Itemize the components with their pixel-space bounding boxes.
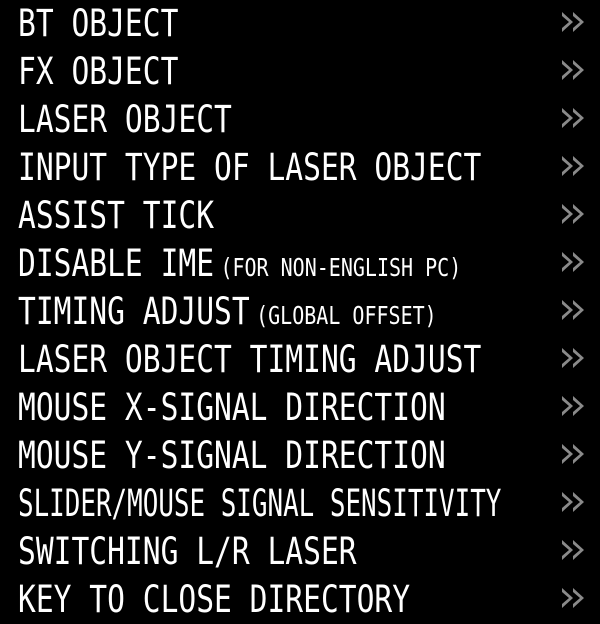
double-chevron-right-icon xyxy=(560,247,590,277)
menu-item-note: (GLOBAL OFFSET) xyxy=(256,301,437,330)
menu-item-label: BT OBJECT xyxy=(18,2,179,45)
menu-item-fx-object[interactable]: FX OBJECT xyxy=(0,48,600,96)
menu-item-slider-mouse-signal-sensitivity[interactable]: SLIDER/MOUSE SIGNAL SENSITIVITY xyxy=(0,480,600,528)
menu-item-label: LASER OBJECT TIMING ADJUST xyxy=(18,338,482,381)
double-chevron-right-icon xyxy=(560,343,590,373)
double-chevron-right-icon xyxy=(560,439,590,469)
menu-item-timing-adjust[interactable]: TIMING ADJUST (GLOBAL OFFSET) xyxy=(0,288,600,336)
menu-item-laser-object[interactable]: LASER OBJECT xyxy=(0,96,600,144)
menu-item-label: MOUSE X-SIGNAL DIRECTION xyxy=(18,386,446,429)
double-chevron-right-icon xyxy=(560,295,590,325)
double-chevron-right-icon xyxy=(560,55,590,85)
menu-item-bt-object[interactable]: BT OBJECT xyxy=(0,0,600,48)
menu-item-disable-ime[interactable]: DISABLE IME (FOR NON-ENGLISH PC) xyxy=(0,240,600,288)
menu-item-label: FX OBJECT xyxy=(18,50,179,93)
settings-menu: BT OBJECT FX OBJECT LASER OBJECT INPUT T… xyxy=(0,0,600,624)
menu-item-switching-lr-laser[interactable]: SWITCHING L/R LASER xyxy=(0,528,600,576)
menu-item-input-type-of-laser-object[interactable]: INPUT TYPE OF LASER OBJECT xyxy=(0,144,600,192)
menu-item-assist-tick[interactable]: ASSIST TICK xyxy=(0,192,600,240)
menu-item-key-to-close-directory[interactable]: KEY TO CLOSE DIRECTORY xyxy=(0,576,600,624)
double-chevron-right-icon xyxy=(560,535,590,565)
double-chevron-right-icon xyxy=(560,151,590,181)
menu-item-label: LASER OBJECT xyxy=(18,98,232,141)
menu-item-label: TIMING ADJUST (GLOBAL OFFSET) xyxy=(18,290,437,333)
double-chevron-right-icon xyxy=(560,583,590,613)
double-chevron-right-icon xyxy=(560,199,590,229)
menu-item-label: DISABLE IME (FOR NON-ENGLISH PC) xyxy=(18,242,462,285)
menu-item-label: MOUSE Y-SIGNAL DIRECTION xyxy=(18,434,446,477)
double-chevron-right-icon xyxy=(560,391,590,421)
double-chevron-right-icon xyxy=(560,7,590,37)
double-chevron-right-icon xyxy=(560,103,590,133)
menu-item-mouse-y-signal-direction[interactable]: MOUSE Y-SIGNAL DIRECTION xyxy=(0,432,600,480)
menu-item-label: SLIDER/MOUSE SIGNAL SENSITIVITY xyxy=(18,482,502,525)
menu-item-mouse-x-signal-direction[interactable]: MOUSE X-SIGNAL DIRECTION xyxy=(0,384,600,432)
menu-item-label: KEY TO CLOSE DIRECTORY xyxy=(18,578,411,621)
menu-item-label: ASSIST TICK xyxy=(18,194,215,237)
double-chevron-right-icon xyxy=(560,487,590,517)
menu-item-label: INPUT TYPE OF LASER OBJECT xyxy=(18,146,482,189)
menu-item-note: (FOR NON-ENGLISH PC) xyxy=(220,253,462,282)
menu-item-label: SWITCHING L/R LASER xyxy=(18,530,357,573)
menu-item-laser-object-timing-adjust[interactable]: LASER OBJECT TIMING ADJUST xyxy=(0,336,600,384)
